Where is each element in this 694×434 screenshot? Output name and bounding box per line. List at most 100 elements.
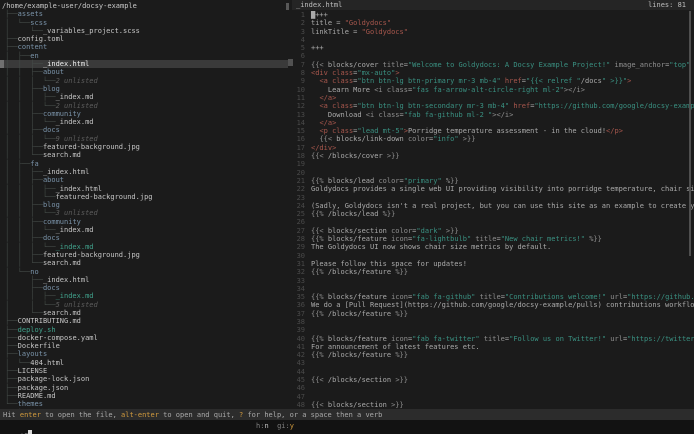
- code-line: 15 <p class="lead mt-5">Porridge tempera…: [292, 127, 694, 135]
- status-bar: Hit enter to open the file, alt-enter to…: [0, 409, 694, 420]
- tree-dir-name: docs: [43, 234, 60, 242]
- line-number: 39: [292, 326, 305, 334]
- code-text: title = "Goldydocs": [311, 19, 391, 27]
- tree-branch-lines: ├──: [5, 375, 18, 383]
- tree-branch-lines: ├──: [5, 317, 18, 325]
- tree-row[interactable]: │ ├──_index.html: [0, 276, 288, 284]
- code-text: {{< blocks/cover title="Welcome to Goldy…: [311, 61, 694, 69]
- tree-row[interactable]: │ │ └──search.md: [0, 151, 288, 159]
- code-line: 40{{% blocks/feature icon="fab fa-twitte…: [292, 335, 694, 343]
- tree-branch-lines: │ │ │ ├──: [5, 185, 56, 193]
- code-text: {{< /blocks/cover >}}: [311, 152, 400, 160]
- tree-row[interactable]: │ ├──fa: [0, 160, 288, 168]
- tree-row[interactable]: │ │ ├──_index.md: [0, 292, 288, 300]
- tree-row[interactable]: ├──assets: [0, 10, 288, 18]
- tree-row[interactable]: │ │ ├──about: [0, 68, 288, 76]
- tree-row[interactable]: ├──package.json: [0, 384, 288, 392]
- tree-row[interactable]: │ │ ├──community: [0, 110, 288, 118]
- tree-dir-name: en: [30, 52, 38, 60]
- tree-row[interactable]: │ │ │ └──9 unlisted: [0, 135, 288, 143]
- text-cursor: [28, 430, 32, 434]
- tree-row[interactable]: │ │ ├──about: [0, 176, 288, 184]
- tree-root-path[interactable]: /home/example-user/docsy-example: [0, 2, 288, 10]
- tree-row[interactable]: │ │ │ └──2 unlisted: [0, 102, 288, 110]
- code-text: Please follow this space for updates!: [311, 260, 467, 268]
- tree-row[interactable]: ├──layouts: [0, 350, 288, 358]
- tree-file-name: _index.html: [43, 168, 89, 176]
- tree-row[interactable]: ├──docker-compose.yaml: [0, 334, 288, 342]
- tree-row[interactable]: │ │ ├──featured-background.jpg: [0, 251, 288, 259]
- tree-row[interactable]: │ └──_variables_project.scss: [0, 27, 288, 35]
- code-line: 27{{< blocks/section color="dark" >}}: [292, 227, 694, 235]
- code-line: 33: [292, 277, 694, 285]
- tree-branch-lines: │ │ ├──: [5, 60, 43, 68]
- tree-row[interactable]: │ │ │ └──2 unlisted: [0, 77, 288, 85]
- code-line: 48{{< blocks/section >}}: [292, 401, 694, 409]
- line-number: 7: [292, 61, 305, 69]
- line-number: 12: [292, 102, 305, 110]
- broot-window: /home/example-user/docsy-example ├──asse…: [0, 0, 694, 434]
- line-number: 29: [292, 243, 305, 251]
- line-number: 35: [292, 293, 305, 301]
- code-line: 37{{% /blocks/feature %}}: [292, 310, 694, 318]
- tree-row[interactable]: │ │ │ ├──_index.html: [0, 185, 288, 193]
- tree-branch-lines: │ │ ├──: [5, 126, 43, 134]
- tree-unlisted-note: 3 unlisted: [56, 209, 98, 217]
- mode-flags: h:n gi:y: [256, 422, 294, 430]
- tree-row[interactable]: │ └──404.html: [0, 359, 288, 367]
- tree-row[interactable]: │ │ │ └──featured-background.jpg: [0, 193, 288, 201]
- tree-row[interactable]: │ │ │ ├──_index.md: [0, 93, 288, 101]
- code-line: 29The Goldydocs UI now shows chair size …: [292, 243, 694, 251]
- tree-unlisted-note: 2 unlisted: [56, 77, 98, 85]
- tree-file-name: search.md: [43, 259, 81, 267]
- code-line: 7 {{< blocks/cover title="Welcome to Gold…: [292, 61, 694, 69]
- line-number: 23: [292, 194, 305, 202]
- tree-row[interactable]: │ │ │ └──_index.md: [0, 243, 288, 251]
- tree-row[interactable]: └──themes: [0, 400, 288, 408]
- tree-row[interactable]: │ └──scss: [0, 19, 288, 27]
- tree-row[interactable]: ├──package-lock.json: [0, 375, 288, 383]
- code-line: 17</div>: [292, 144, 694, 152]
- code-line: 28{{% blocks/feature icon="fa-lightbulb"…: [292, 235, 694, 243]
- tree-row[interactable]: │ │ └──5 unlisted: [0, 301, 288, 309]
- line-number: 5: [292, 44, 305, 52]
- tree-row[interactable]: │ │ ├──_index.html: [0, 168, 288, 176]
- code-line: 1█+++: [292, 11, 694, 19]
- tree-branch-lines: │ │ ├──: [5, 292, 56, 300]
- tree-row[interactable]: │ └──no: [0, 268, 288, 276]
- line-number: 14: [292, 119, 305, 127]
- code-line: 25{{% /blocks/lead %}}: [292, 210, 694, 218]
- code-line: 23: [292, 194, 694, 202]
- preview-scrollbar-thumb[interactable]: [689, 11, 691, 256]
- preview-header: _index.html lines: 81: [292, 0, 694, 10]
- tree-row[interactable]: ├──CONTRIBUTING.md: [0, 317, 288, 325]
- line-number: 37: [292, 310, 305, 318]
- tree-dir-name: layouts: [18, 350, 48, 358]
- line-number: 43: [292, 359, 305, 367]
- tree-branch-lines: ├──: [5, 392, 18, 400]
- tree-file-name: package-lock.json: [18, 375, 90, 383]
- tree-dir-name: fa: [30, 160, 38, 168]
- code-line: 41For announcement of latest features et…: [292, 343, 694, 351]
- tree-scrollbar-thumb[interactable]: [286, 3, 289, 10]
- line-number: 47: [292, 393, 305, 401]
- code-line: 21{{% blocks/lead color="primary" %}}: [292, 177, 694, 185]
- tree-row[interactable]: │ │ ├──docs: [0, 126, 288, 134]
- tree-row[interactable]: │ │ └──search.md: [0, 259, 288, 267]
- line-number: 32: [292, 268, 305, 276]
- tree-file-name: _index.md: [56, 292, 94, 300]
- tree-row[interactable]: │ ├──en: [0, 52, 288, 60]
- code-text: <a class="btn btn-lg btn-primary mr-3 mb…: [311, 77, 631, 85]
- code-line: 9 <a class="btn btn-lg btn-primary mr-3 …: [292, 77, 694, 85]
- tree-row[interactable]: │ │ │ └──3 unlisted: [0, 209, 288, 217]
- tree-row[interactable]: │ │ ├──community: [0, 218, 288, 226]
- preview-line-count: lines: 81: [648, 1, 686, 10]
- tree-row[interactable]: ├──content: [0, 43, 288, 51]
- tree-file-name: 404.html: [30, 359, 64, 367]
- line-number: 42: [292, 351, 305, 359]
- tree-row[interactable]: ├──README.md: [0, 392, 288, 400]
- tree-row[interactable]: │ │ ├──docs: [0, 234, 288, 242]
- tree-dir-name: community: [43, 218, 81, 226]
- code-line: 6: [292, 52, 694, 60]
- tree-row[interactable]: ├──deploy.sh: [0, 326, 288, 334]
